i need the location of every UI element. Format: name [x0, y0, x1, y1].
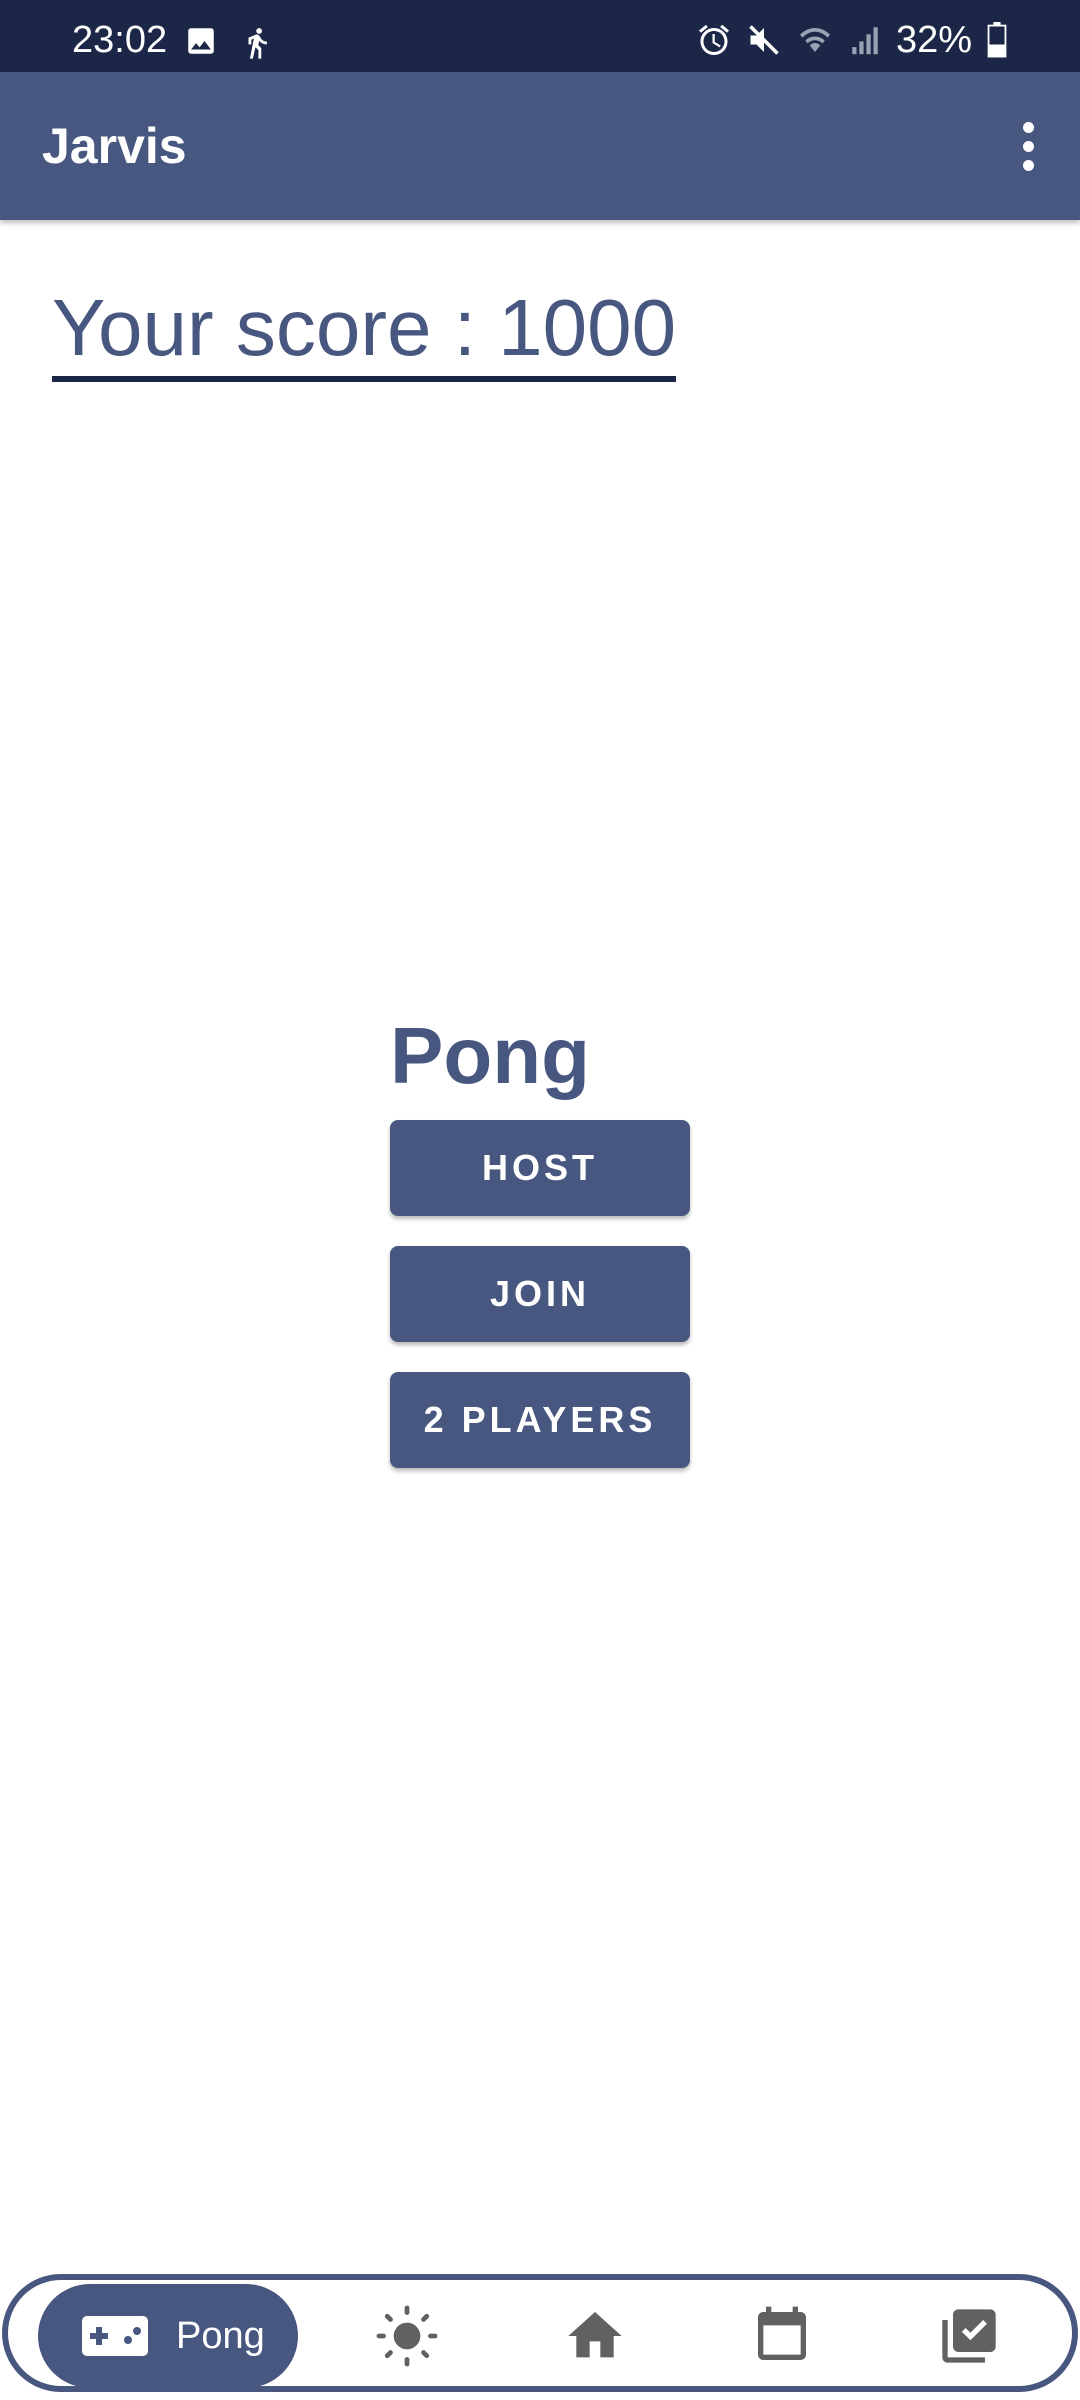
two-players-button[interactable]: 2 PLAYERS [390, 1372, 690, 1468]
wifi-icon [799, 28, 830, 52]
host-button[interactable]: HOST [390, 1120, 690, 1216]
join-button[interactable]: JOIN [390, 1246, 690, 1342]
menu-dot [1022, 159, 1034, 171]
battery-percentage: 32% [895, 19, 972, 61]
calendar-icon [758, 2306, 806, 2360]
signal-icon [852, 27, 878, 55]
nav-item-calendar[interactable] [732, 2288, 832, 2384]
alarm-icon [698, 24, 729, 55]
nav-item-tasks[interactable] [919, 2288, 1019, 2384]
nav-item-pong[interactable]: Pong [38, 2284, 298, 2388]
nav-item-weather[interactable] [357, 2288, 457, 2384]
menu-dot [1022, 140, 1034, 152]
app-bar: Jarvis [0, 72, 1080, 220]
battery-icon [987, 22, 1007, 58]
task-list-icon [942, 2309, 996, 2363]
app-title: Jarvis [42, 118, 187, 174]
game-title: Pong [390, 1011, 590, 1100]
score-display: Your score : 1000 [52, 282, 677, 382]
status-left-icons [184, 24, 274, 62]
score-text: Your score : 1000 [52, 282, 677, 382]
mute-icon [749, 25, 779, 55]
status-bar: 23:02 32% [0, 0, 1080, 72]
more-vert-icon[interactable] [996, 112, 1060, 180]
sun-icon [376, 2305, 438, 2367]
home-icon [568, 2312, 622, 2358]
status-time: 23:02 [72, 19, 168, 61]
nav-item-pong-label: Pong [176, 2315, 265, 2357]
image-icon [188, 28, 214, 54]
menu-dot [1022, 121, 1034, 133]
bottom-navigation: Pong [2, 2274, 1078, 2392]
status-right-icons: 32% [696, 20, 1008, 60]
screen: 23:02 32% Jarvis Your score: 1000 Pong … [0, 0, 1080, 2400]
nav-item-home[interactable] [545, 2288, 645, 2384]
gamepad-icon [82, 2316, 148, 2356]
walking-icon [248, 28, 267, 59]
